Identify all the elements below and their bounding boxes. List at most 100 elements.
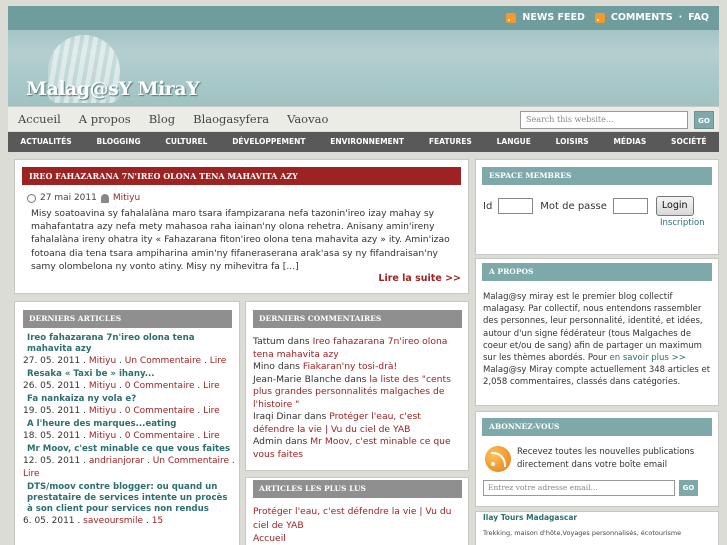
rss-icon <box>594 12 605 23</box>
news-feed-link[interactable]: NEWS FEED <box>522 12 584 23</box>
category-features[interactable]: FEATURES <box>429 132 472 152</box>
subscribe-text: Recevez toutes les nouvelles publication… <box>517 447 695 470</box>
post-more-link[interactable]: Lire <box>203 381 220 391</box>
comment-in: dans <box>344 373 367 385</box>
post-comments-link[interactable]: Un Commentaire <box>153 456 229 466</box>
site-stats: Malag@sy Miray compte actuellement 348 a… <box>483 365 711 388</box>
nav-item-accueil[interactable]: Accueil <box>18 112 61 126</box>
post-author-link[interactable]: saveoursmile <box>83 516 143 526</box>
featured-post-title[interactable]: IREO FAHAZARANA 7N'IREO OLONA TENA MAHAV… <box>22 167 461 185</box>
post-more-link[interactable]: Lire <box>210 356 227 366</box>
post-title-link[interactable]: Resaka « Taxi be » ihany... <box>23 369 235 380</box>
members-heading: ESPACE MEMBRES <box>482 167 712 185</box>
post-comments-link[interactable]: 0 Commentaire <box>125 431 195 441</box>
post-more-link[interactable]: Lire <box>203 431 220 441</box>
post-author-link[interactable]: Mitiyu <box>89 381 116 391</box>
post-more-link[interactable]: Lire <box>203 406 220 416</box>
list-item: Resaka « Taxi be » ihany... 26. 05. 2011… <box>23 369 235 393</box>
comment-in: dans <box>287 336 310 347</box>
featured-post-author[interactable]: Mitiyu <box>113 193 140 203</box>
sponsored-ad[interactable]: Ilay Tours Madagascar Trekking, maison d… <box>483 513 713 537</box>
comments-feed-link[interactable]: COMMENTS <box>611 12 673 23</box>
post-author-link[interactable]: andrianjorar <box>89 456 144 466</box>
category-developpement[interactable]: DÉVELOPPEMENT <box>232 132 305 152</box>
category-loisirs[interactable]: LOISIRS <box>556 132 589 152</box>
comment-author: Admin <box>253 436 283 447</box>
login-button[interactable]: Login <box>655 196 694 216</box>
comment-in: dans <box>285 436 308 447</box>
featured-post-meta: 27 mai 2011 Mitiyu <box>27 193 140 203</box>
list-item: Mr Moov, c'est minable ce que vous faite… <box>23 444 235 479</box>
post-date: 27. 05. 2011 <box>23 356 81 366</box>
clock-icon <box>27 193 36 203</box>
comment-item: Jean-Marie Blanche dans la liste des "ce… <box>253 374 463 412</box>
post-author-link[interactable]: Mitiyu <box>89 431 116 441</box>
comment-post-link[interactable]: Fiakaran'ny tosi-drà! <box>303 361 397 372</box>
subscribe-go-button[interactable]: GO <box>679 480 698 496</box>
about-heading: A PROPOS <box>482 263 712 281</box>
post-comments-link[interactable]: Un Commentaire <box>125 356 201 366</box>
post-title-link[interactable]: Ireo fahazarana 7n'ireo olona tena mahav… <box>23 333 235 355</box>
register-link[interactable]: Inscription <box>660 218 705 228</box>
nav-item-blaogasyfera[interactable]: Blaogasyfera <box>193 112 269 126</box>
nav-item-vaovao[interactable]: Vaovao <box>287 112 328 126</box>
site-logo[interactable]: Malag@sY MiraY <box>26 78 200 100</box>
ad-title[interactable]: Ilay Tours Madagascar <box>483 513 713 522</box>
category-actualites[interactable]: ACTUALITÉS <box>20 132 71 152</box>
post-comments-link[interactable]: 0 Commentaire <box>125 406 195 416</box>
list-item: DTS/moov contre blogger: ou quand un pre… <box>23 482 235 528</box>
password-input[interactable] <box>612 198 648 214</box>
list-item: Fa nankaiza ny vola e? 19. 05. 2011 . Mi… <box>23 394 235 418</box>
post-title-link[interactable]: Fa nankaiza ny vola e? <box>23 394 235 405</box>
post-comments-link[interactable]: 0 Commentaire <box>125 381 195 391</box>
faq-link[interactable]: FAQ <box>688 12 709 23</box>
post-title-link[interactable]: DTS/moov contre blogger: ou quand un pre… <box>23 482 235 515</box>
password-label: Mot de passe <box>540 200 607 212</box>
search-go-button[interactable]: GO <box>694 111 714 129</box>
post-more-link[interactable]: Lire <box>23 469 40 479</box>
comment-item: Tattum dans Ireo fahazarana 7n'ireo olon… <box>253 336 463 361</box>
rss-feed-icon[interactable] <box>485 446 511 472</box>
category-medias[interactable]: MÉDIAS <box>613 132 646 152</box>
comment-item: Admin dans Mr Moov, c'est minable ce que… <box>253 436 463 461</box>
post-title-link[interactable]: Mr Moov, c'est minable ce que vous faite… <box>23 444 235 455</box>
category-societe[interactable]: SOCIÉTÉ <box>671 132 706 152</box>
featured-post-excerpt: Misy soatoavina sy fahalalàna maro tsara… <box>31 208 450 272</box>
category-bar: ACTUALITÉS BLOGGING CULTUREL DÉVELOPPEME… <box>8 132 719 152</box>
id-label: Id <box>483 200 493 212</box>
popular-post-link[interactable]: Protéger l'eau, c'est défendre la vie | … <box>253 505 463 532</box>
learn-more-link[interactable]: en savoir plus >> <box>610 353 686 363</box>
top-bar: NEWS FEED COMMENTS · FAQ <box>8 6 719 30</box>
comment-post-link[interactable]: Mr Moov, c'est minable ce que vous faite… <box>253 436 451 460</box>
post-date: 6. 05. 2011 <box>23 516 75 526</box>
post-author-link[interactable]: Mitiyu <box>89 406 116 416</box>
recent-posts-list: Ireo fahazarana 7n'ireo olona tena mahav… <box>23 333 235 529</box>
search-input[interactable]: Search this website... <box>520 111 688 129</box>
category-langue[interactable]: LANGUE <box>497 132 531 152</box>
featured-post-date: 27 mai 2011 <box>40 193 97 203</box>
post-comments-link[interactable]: 15 <box>152 516 163 526</box>
popular-post-link[interactable]: Accueil <box>253 532 463 545</box>
popular-posts-heading: ARTICLES LES PLUS LUS <box>253 480 462 498</box>
nav-item-blog[interactable]: Blog <box>149 112 175 126</box>
id-input[interactable] <box>498 198 534 214</box>
post-title-link[interactable]: A l'heure des marques...eating <box>23 419 235 430</box>
category-culturel[interactable]: CULTUREL <box>165 132 207 152</box>
email-input[interactable]: Entrez votre adresse email... <box>483 480 675 496</box>
site-header: NEWS FEED COMMENTS · FAQ Malag@sY MiraY <box>8 6 719 106</box>
read-more-link[interactable]: Lire la suite >> <box>378 273 461 284</box>
category-environnement[interactable]: ENVIRONNEMENT <box>330 132 404 152</box>
comment-author: Iraqi Dinar <box>253 411 302 422</box>
post-author-link[interactable]: Mitiyu <box>89 356 116 366</box>
comment-author: Mino <box>253 361 275 372</box>
category-blogging[interactable]: BLOGGING <box>96 132 140 152</box>
recent-posts-heading: DERNIERS ARTICLES <box>23 310 232 328</box>
comment-author: Tattum <box>253 336 285 347</box>
post-date: 19. 05. 2011 <box>23 406 81 416</box>
nav-item-a-propos[interactable]: A propos <box>79 112 131 126</box>
rss-icon <box>506 12 517 23</box>
comment-item: Iraqi Dinar dans Protéger l'eau, c'est d… <box>253 411 463 436</box>
comment-item: Mino dans Fiakaran'ny tosi-drà! <box>253 361 463 374</box>
post-date: 26. 05. 2011 <box>23 381 81 391</box>
recent-comments-list: Tattum dans Ireo fahazarana 7n'ireo olon… <box>253 336 463 461</box>
